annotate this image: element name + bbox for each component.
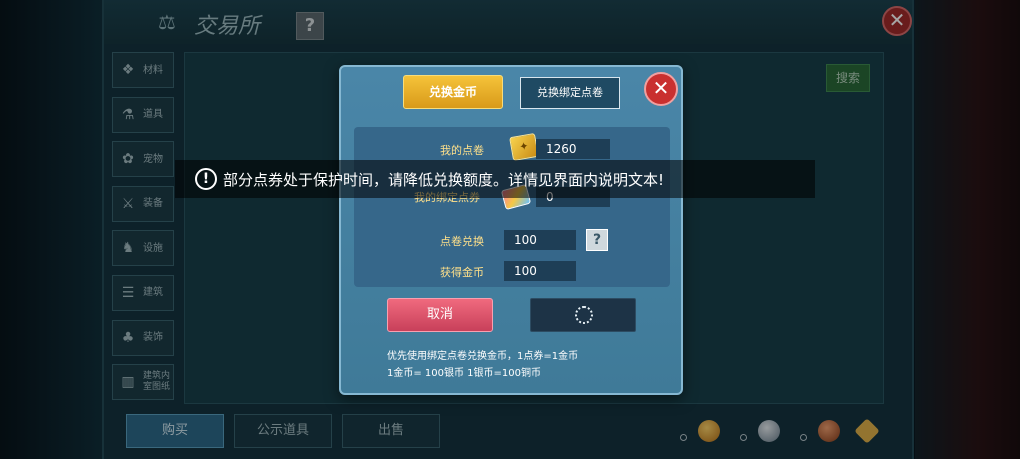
warning-icon: ! bbox=[195, 168, 217, 190]
ticket-icon: ✦ bbox=[509, 132, 539, 162]
exchange-amount-input[interactable]: 100 bbox=[504, 230, 576, 250]
my-ticket-label: 我的点卷 bbox=[440, 144, 484, 157]
tab-exchange-bind-ticket[interactable]: 兑换绑定点卷 bbox=[520, 77, 620, 109]
cancel-button[interactable]: 取消 bbox=[387, 298, 493, 332]
loading-spinner-icon bbox=[575, 306, 593, 324]
toast-message: 部分点券处于保护时间，请降低兑换额度。详情见界面内说明文本! bbox=[223, 170, 665, 189]
exchange-help-button[interactable]: ? bbox=[586, 229, 608, 251]
exchange-note-line2: 1金币= 100银币 1银币=100铜币 bbox=[387, 368, 542, 379]
gain-gold-label: 获得金币 bbox=[440, 266, 484, 279]
exchange-amount-label: 点卷兑换 bbox=[440, 235, 484, 248]
my-ticket-value: 1260 bbox=[536, 139, 610, 159]
exchange-note-line1: 优先使用绑定点卷兑换金币，1点券=1金币 bbox=[387, 351, 579, 362]
tab-exchange-gold[interactable]: 兑换金币 bbox=[403, 75, 503, 109]
close-dialog-button[interactable]: ✕ bbox=[644, 72, 678, 106]
confirm-button-loading[interactable] bbox=[530, 298, 636, 332]
gain-gold-value: 100 bbox=[504, 261, 576, 281]
warning-toast: ! 部分点券处于保护时间，请降低兑换额度。详情见界面内说明文本! bbox=[175, 160, 815, 198]
exchange-dialog: 兑换金币 兑换绑定点卷 ✕ 我的点卷 ✦ 1260 我的绑定点券 0 点卷兑换 … bbox=[339, 65, 683, 395]
exchange-form: 我的点卷 ✦ 1260 我的绑定点券 0 点卷兑换 100 ? 获得金币 100 bbox=[354, 127, 670, 287]
